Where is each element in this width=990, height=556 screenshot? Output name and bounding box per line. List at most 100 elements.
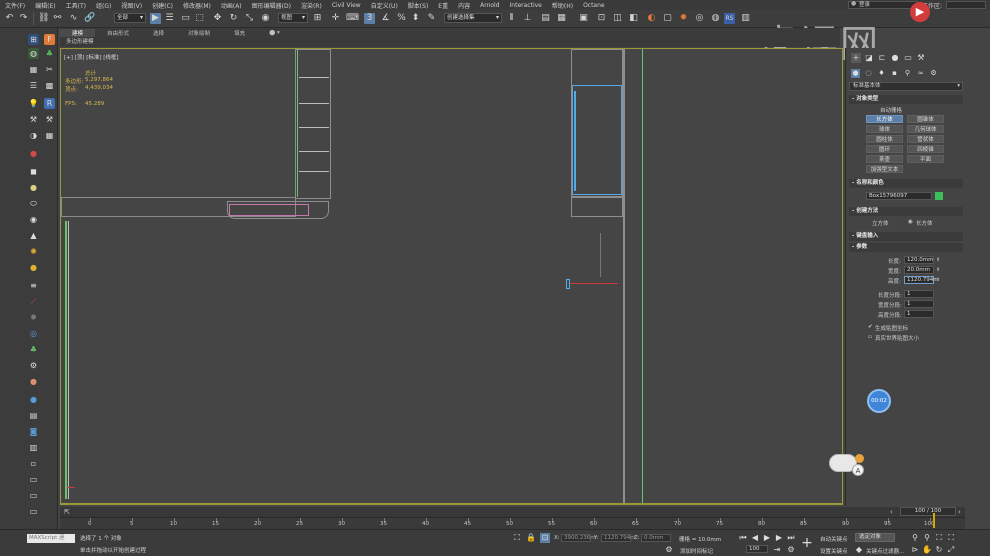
link-icon[interactable]: ⛓ xyxy=(38,13,49,24)
camera-icon[interactable]: ◑ xyxy=(28,130,39,141)
pan-icon[interactable]: ✋ xyxy=(922,545,932,555)
login-dropdown[interactable]: 登录 xyxy=(847,1,918,9)
align-icon[interactable]: ⊥ xyxy=(522,13,533,24)
key-filters-button[interactable]: 关键点过滤器... xyxy=(866,547,904,555)
filter-icon[interactable]: ▦ xyxy=(28,64,39,75)
go-to-start-icon[interactable]: ⏮ xyxy=(738,533,748,543)
ribbon-options-icon[interactable]: ⬤ ▾ xyxy=(257,30,292,36)
menu-group[interactable]: 组(G) xyxy=(91,1,116,10)
autogrid-checkbox[interactable]: 自动栅格 xyxy=(880,106,902,114)
create-tab-icon[interactable]: + xyxy=(851,53,861,63)
section-object-type[interactable]: 对象类型 xyxy=(849,95,963,104)
z-coord-field[interactable]: 0.0mm xyxy=(641,534,671,542)
length-field[interactable]: 120.0mm xyxy=(904,256,934,264)
pyramid-button[interactable]: 四棱锥 xyxy=(907,145,944,153)
play-icon[interactable]: ▶ xyxy=(762,533,772,543)
light-icon[interactable]: 💡 xyxy=(28,98,39,109)
helpers-icon[interactable]: ⚲ xyxy=(903,69,912,78)
toggle-scene-explorer-icon[interactable]: ▤ xyxy=(540,13,551,24)
menu-view[interactable]: 视图(V) xyxy=(116,1,147,10)
sphere-icon[interactable]: ● xyxy=(28,182,39,193)
selected-object-dropdown[interactable]: 选定对象 xyxy=(855,533,895,542)
unlink-icon[interactable]: ⚯ xyxy=(52,13,63,24)
unchecked-box-icon[interactable]: ▫ xyxy=(868,334,872,340)
time-config-icon[interactable]: ⚙ xyxy=(786,545,796,555)
render-production-icon[interactable]: ✹ xyxy=(678,13,689,24)
teapot-button[interactable]: 茶壶 xyxy=(866,155,903,163)
undo-icon[interactable]: ↶ xyxy=(4,13,15,24)
snap-3-icon[interactable]: 3 xyxy=(364,13,375,24)
workspace-dropdown[interactable] xyxy=(946,1,986,9)
isolate-icon[interactable]: ⛶ xyxy=(512,533,522,543)
hammer-icon[interactable]: ⚒ xyxy=(44,114,55,125)
ribbon-tab-freeform[interactable]: 自由形式 xyxy=(95,29,141,37)
set-key-button[interactable]: 设置关键点 xyxy=(820,547,848,555)
ball-icon[interactable]: ● xyxy=(28,262,39,273)
section-parameters[interactable]: 参数 xyxy=(849,243,963,252)
ribbon-tab-modeling[interactable]: 建模 xyxy=(60,29,96,37)
zoom-icon[interactable]: ⚲ xyxy=(910,533,920,543)
spinner-snap-icon[interactable]: ⬍ xyxy=(410,13,421,24)
lines-icon[interactable]: ≡ xyxy=(28,280,39,291)
section-name-color[interactable]: 名称和颜色 xyxy=(849,179,963,188)
rect-selection-icon[interactable]: ▭ xyxy=(180,13,191,24)
toggle-ribbon-icon[interactable]: ▣ xyxy=(578,13,589,24)
page-icon[interactable]: ▭ xyxy=(28,490,39,501)
tree-icon[interactable]: ♣ xyxy=(44,48,55,59)
render-window-icon[interactable]: ▥ xyxy=(740,13,751,24)
auto-key-button[interactable]: 自动关键点 xyxy=(820,535,848,543)
utilities-tab-icon[interactable]: ⚒ xyxy=(916,53,926,63)
menu-content[interactable]: 内容 xyxy=(453,1,475,10)
select-by-name-icon[interactable]: ☰ xyxy=(164,13,175,24)
x-coord-field[interactable]: 3900.236m xyxy=(561,534,596,542)
absolute-mode-icon[interactable]: ⊡ xyxy=(540,533,550,543)
menu-rendering[interactable]: 渲染(R) xyxy=(296,1,327,10)
width-segs-field[interactable]: 1 xyxy=(904,300,934,308)
playhead[interactable] xyxy=(933,513,935,528)
doc-icon[interactable]: ▭ xyxy=(28,474,39,485)
menu-graph-editors[interactable]: 图形编辑器(D) xyxy=(247,1,296,10)
menu-customize[interactable]: 自定义(U) xyxy=(366,1,403,10)
cone-icon[interactable]: ▲ xyxy=(28,230,39,241)
torus-icon[interactable]: ◉ xyxy=(28,214,39,225)
time-tag-icon[interactable]: ⚙ xyxy=(664,545,674,555)
spacewarps-icon[interactable]: ≈ xyxy=(916,69,925,78)
keyboard-shortcut-icon[interactable]: ⌨ xyxy=(346,13,359,24)
creation-cube-radio[interactable]: 立方体 xyxy=(872,219,889,227)
curve-editor-icon[interactable]: ⊡ xyxy=(596,13,607,24)
y-coord-field[interactable]: 1120.794m xyxy=(601,534,636,542)
orb-icon[interactable]: ● xyxy=(28,376,39,387)
plane-button[interactable]: 平面 xyxy=(907,155,944,163)
geosphere-button[interactable]: 几何球体 xyxy=(907,125,944,133)
maximize-viewport-icon[interactable]: ⤢ xyxy=(946,545,956,555)
redo-icon[interactable]: ↷ xyxy=(18,13,29,24)
frame-ruler[interactable]: 0 5 10 15 20 25 30 35 40 45 50 55 60 65 … xyxy=(60,517,965,529)
floating-timer-button[interactable]: 00:02 xyxy=(867,389,891,413)
menu-help[interactable]: 帮助(H) xyxy=(547,1,578,10)
select-scale-icon[interactable]: ⤡ xyxy=(244,13,255,24)
layers-icon[interactable]: ▤ xyxy=(28,410,39,421)
motion-tab-icon[interactable]: ● xyxy=(890,53,900,63)
width-field[interactable]: 20.0mm xyxy=(904,266,934,274)
table-icon[interactable]: ▦ xyxy=(44,130,55,141)
ribbon-tab-selection[interactable]: 选择 xyxy=(141,29,176,37)
window-crossing-icon[interactable]: ⬚ xyxy=(194,13,205,24)
atom-icon[interactable]: ⚛ xyxy=(28,312,39,323)
torus-button[interactable]: 圆环 xyxy=(866,145,903,153)
select-rotate-icon[interactable]: ↻ xyxy=(228,13,239,24)
sun-icon[interactable]: ✺ xyxy=(28,246,39,257)
leaf-icon[interactable]: ♣ xyxy=(28,344,39,355)
primitive-category-dropdown[interactable]: 标准基本体 xyxy=(849,82,963,91)
schematic-view-icon[interactable]: ◫ xyxy=(612,13,623,24)
menu-interactive[interactable]: Interactive xyxy=(505,2,547,9)
sheet-icon[interactable]: ▥ xyxy=(28,442,39,453)
bind-space-warp-icon[interactable]: ∿ xyxy=(68,13,79,24)
creation-box-radio[interactable]: 长方体 xyxy=(916,219,933,227)
globe-icon[interactable]: ◍ xyxy=(28,48,39,59)
menu-modifiers[interactable]: 修改器(M) xyxy=(178,1,216,10)
tool-icon[interactable]: ⚙ xyxy=(28,360,39,371)
lights-icon[interactable]: ♦ xyxy=(877,69,886,78)
angle-snap-icon[interactable]: ∡ xyxy=(380,13,391,24)
hierarchy-tab-icon[interactable]: ⊏ xyxy=(877,53,887,63)
viewport-label[interactable]: [+] [顶] [标准] [线框] xyxy=(64,53,119,61)
